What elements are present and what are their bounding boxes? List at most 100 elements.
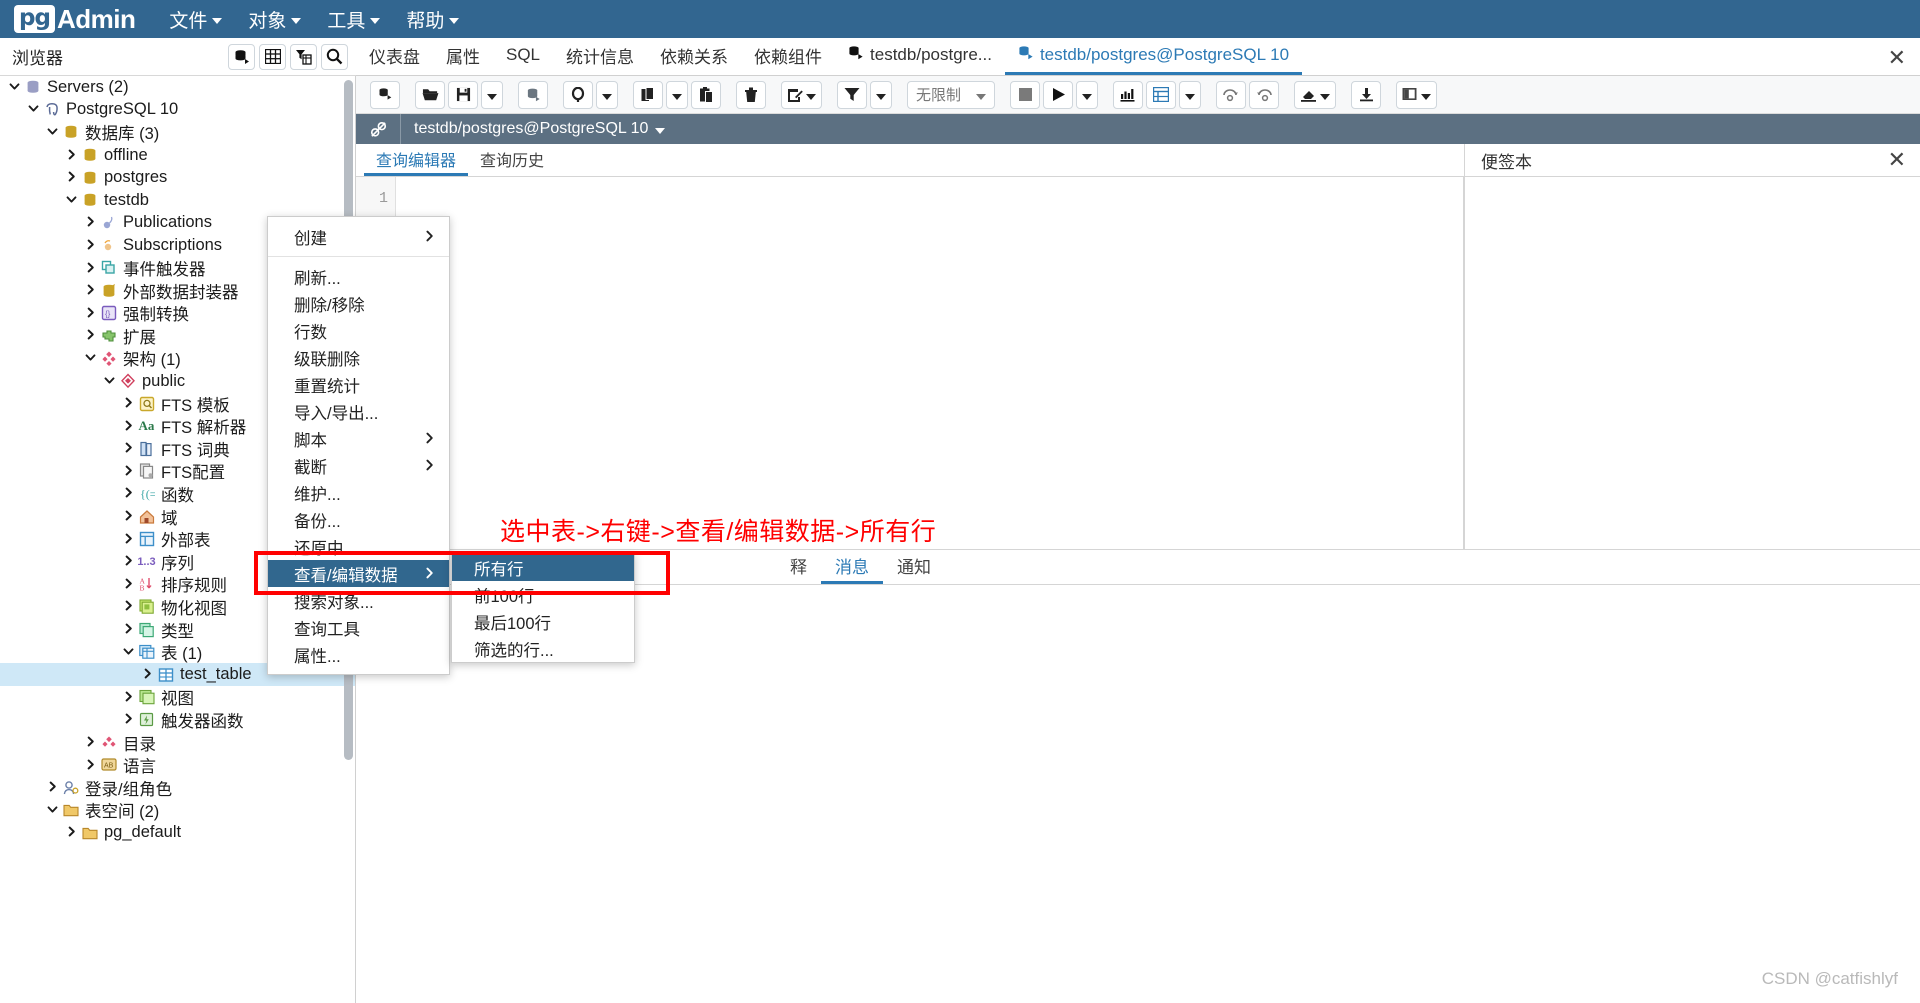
context-submenu-item[interactable]: 前100行 bbox=[452, 581, 634, 608]
chevron-down-icon[interactable] bbox=[6, 80, 23, 95]
tab-query-editor[interactable]: 查询编辑器 bbox=[364, 144, 469, 176]
chevron-right-icon[interactable] bbox=[82, 328, 99, 343]
tree-node[interactable]: AB 语言 bbox=[0, 754, 355, 777]
rollback-button[interactable] bbox=[1249, 80, 1279, 109]
tree-node[interactable]: Servers (2) bbox=[0, 76, 355, 99]
context-menu-item[interactable]: 备份... bbox=[268, 506, 449, 533]
chevron-down-icon[interactable] bbox=[82, 351, 99, 366]
tab-dashboard[interactable]: 仪表盘 bbox=[356, 38, 433, 75]
chevron-right-icon[interactable] bbox=[139, 667, 156, 682]
chevron-right-icon[interactable] bbox=[120, 622, 137, 637]
sql-editor[interactable]: 1 bbox=[356, 177, 1464, 549]
macros-button[interactable] bbox=[1396, 80, 1437, 109]
connection-button[interactable] bbox=[518, 80, 548, 109]
chevron-down-icon[interactable] bbox=[44, 803, 61, 818]
tree-node[interactable]: 触发器函数 bbox=[0, 709, 355, 732]
context-menu-item[interactable]: 截断 bbox=[268, 452, 449, 479]
tree-node[interactable]: 登录/组角色 bbox=[0, 776, 355, 799]
filter-dropdown[interactable] bbox=[870, 80, 892, 109]
tree-node[interactable]: offline bbox=[0, 144, 355, 167]
chevron-right-icon[interactable] bbox=[82, 283, 99, 298]
chevron-right-icon[interactable] bbox=[120, 441, 137, 456]
chevron-right-icon[interactable] bbox=[120, 712, 137, 727]
open-file-button[interactable] bbox=[415, 80, 445, 109]
chevron-right-icon[interactable] bbox=[120, 577, 137, 592]
connection-selector[interactable]: testdb/postgres@PostgreSQL 10 bbox=[414, 120, 666, 138]
tree-node[interactable]: 视图 bbox=[0, 686, 355, 709]
chevron-right-icon[interactable] bbox=[120, 464, 137, 479]
delete-button[interactable] bbox=[736, 80, 766, 109]
context-menu-item[interactable]: 脚本 bbox=[268, 425, 449, 452]
context-menu-item[interactable]: 删除/移除 bbox=[268, 290, 449, 317]
tab-dependencies[interactable]: 依赖关系 bbox=[647, 38, 741, 75]
menu-help[interactable]: 帮助 bbox=[406, 6, 460, 33]
chevron-right-icon[interactable] bbox=[44, 780, 61, 795]
tab-explain[interactable]: 释 bbox=[776, 549, 821, 584]
tab-properties[interactable]: 属性 bbox=[433, 38, 493, 75]
tree-node[interactable]: PostgreSQL 10 bbox=[0, 99, 355, 122]
context-menu-item[interactable]: 查询工具 bbox=[268, 614, 449, 641]
context-menu-item[interactable]: 重置统计 bbox=[268, 371, 449, 398]
chevron-right-icon[interactable] bbox=[120, 509, 137, 524]
tree-node[interactable]: 目录 bbox=[0, 731, 355, 754]
explain-options-dropdown[interactable] bbox=[1179, 80, 1201, 109]
context-submenu-item[interactable]: 最后100行 bbox=[452, 608, 634, 635]
chevron-right-icon[interactable] bbox=[120, 690, 137, 705]
chevron-right-icon[interactable] bbox=[82, 238, 99, 253]
find-dropdown[interactable] bbox=[596, 80, 618, 109]
tree-node[interactable]: testdb bbox=[0, 189, 355, 212]
tab-dependents[interactable]: 依赖组件 bbox=[741, 38, 835, 75]
filter-icon[interactable] bbox=[290, 43, 317, 70]
execute-button[interactable] bbox=[1043, 80, 1073, 109]
context-menu-item[interactable]: 创建 bbox=[268, 223, 449, 250]
close-icon[interactable]: ✕ bbox=[1888, 149, 1906, 171]
search-icon[interactable] bbox=[321, 43, 348, 70]
chevron-right-icon[interactable] bbox=[82, 306, 99, 321]
tab-query-tool-2[interactable]: testdb/postgres@PostgreSQL 10 bbox=[1004, 38, 1303, 75]
execute-dropdown[interactable] bbox=[1076, 80, 1098, 109]
download-button[interactable] bbox=[1351, 80, 1381, 109]
context-menu-item[interactable]: 查看/编辑数据 bbox=[268, 560, 449, 587]
chevron-right-icon[interactable] bbox=[120, 532, 137, 547]
edit-button[interactable] bbox=[781, 80, 822, 109]
row-limit-select[interactable]: 无限制 bbox=[907, 80, 995, 109]
clear-button[interactable] bbox=[1294, 80, 1336, 109]
chevron-right-icon[interactable] bbox=[120, 486, 137, 501]
context-menu-item[interactable]: 维护... bbox=[268, 479, 449, 506]
chevron-right-icon[interactable] bbox=[120, 419, 137, 434]
find-button[interactable] bbox=[563, 80, 593, 109]
server-icon[interactable] bbox=[228, 43, 255, 70]
save-file-button[interactable] bbox=[448, 80, 478, 109]
explain-button[interactable] bbox=[1113, 80, 1143, 109]
chevron-down-icon[interactable] bbox=[101, 374, 118, 389]
chevron-right-icon[interactable] bbox=[120, 554, 137, 569]
chevron-right-icon[interactable] bbox=[120, 396, 137, 411]
copy-button[interactable] bbox=[633, 80, 663, 109]
tab-sql[interactable]: SQL bbox=[493, 38, 553, 75]
context-menu-item[interactable]: 搜索对象... bbox=[268, 587, 449, 614]
filter-button[interactable] bbox=[837, 80, 867, 109]
chevron-right-icon[interactable] bbox=[63, 825, 80, 840]
chevron-down-icon[interactable] bbox=[63, 193, 80, 208]
paste-button[interactable] bbox=[691, 80, 721, 109]
grid-icon[interactable] bbox=[259, 43, 286, 70]
context-menu-item[interactable]: 还原中 bbox=[268, 533, 449, 560]
copy-dropdown[interactable] bbox=[666, 80, 688, 109]
tab-messages[interactable]: 消息 bbox=[821, 549, 883, 584]
tree-node[interactable]: postgres bbox=[0, 166, 355, 189]
context-submenu-item[interactable]: 筛选的行... bbox=[452, 635, 634, 662]
chevron-right-icon[interactable] bbox=[63, 170, 80, 185]
chevron-right-icon[interactable] bbox=[82, 215, 99, 230]
chevron-down-icon[interactable] bbox=[120, 645, 137, 660]
tab-statistics[interactable]: 统计信息 bbox=[553, 38, 647, 75]
chevron-down-icon[interactable] bbox=[44, 125, 61, 140]
chevron-right-icon[interactable] bbox=[63, 148, 80, 163]
context-menu-item[interactable]: 级联删除 bbox=[268, 344, 449, 371]
context-menu-item[interactable]: 刷新... bbox=[268, 263, 449, 290]
chevron-right-icon[interactable] bbox=[82, 261, 99, 276]
menu-tools[interactable]: 工具 bbox=[327, 6, 381, 33]
explain-analyze-button[interactable] bbox=[1146, 80, 1176, 109]
commit-button[interactable] bbox=[1216, 80, 1246, 109]
tab-query-tool-1[interactable]: testdb/postgre... bbox=[835, 38, 1005, 75]
menu-object[interactable]: 对象 bbox=[248, 6, 302, 33]
